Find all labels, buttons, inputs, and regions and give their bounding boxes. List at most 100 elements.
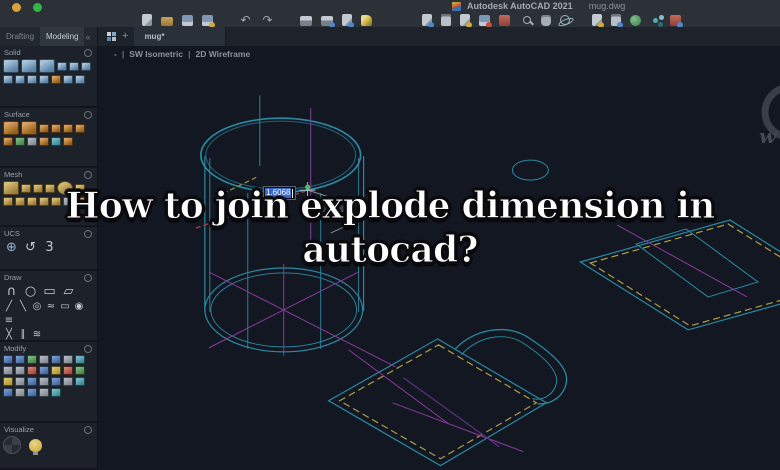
palette-tab-drafting[interactable]: Drafting [0, 27, 40, 46]
section-options-icon[interactable] [84, 425, 92, 434]
mirror-icon[interactable] [39, 355, 49, 364]
reference-doc-icon[interactable] [670, 14, 683, 28]
page-setup-icon[interactable] [361, 14, 372, 26]
overkill-icon[interactable] [39, 388, 49, 397]
markup-doc-icon[interactable] [592, 14, 604, 28]
sweep-icon[interactable] [27, 75, 37, 84]
array-icon[interactable] [51, 355, 61, 364]
zoom-icon[interactable] [523, 16, 531, 24]
section-options-icon[interactable] [84, 170, 92, 179]
spline-icon[interactable]: ≈ [45, 301, 57, 313]
block-edit-icon[interactable] [15, 388, 25, 397]
copy-icon[interactable] [15, 355, 25, 364]
set-bylayer-icon[interactable] [51, 388, 61, 397]
section-options-icon[interactable] [84, 110, 92, 119]
lengthen-icon[interactable] [27, 377, 37, 386]
match-properties-icon[interactable] [460, 14, 472, 28]
align-icon[interactable] [39, 377, 49, 386]
box-icon[interactable] [3, 59, 19, 73]
traffic-light-2[interactable] [33, 3, 42, 12]
save-as-icon[interactable] [202, 14, 215, 28]
open-folder-icon[interactable] [161, 16, 173, 26]
trim-icon[interactable] [27, 366, 37, 375]
sphere-icon[interactable] [69, 61, 79, 71]
slice-icon[interactable] [63, 75, 73, 84]
paste-clipboard-icon[interactable] [441, 14, 451, 26]
section-options-icon[interactable] [84, 273, 92, 282]
donut-icon[interactable]: ◉ [73, 301, 85, 313]
arc-icon[interactable]: ∩ [3, 284, 20, 299]
patch-surface-icon[interactable] [51, 123, 61, 133]
fillet-surface-icon[interactable] [75, 123, 85, 133]
rectangle-icon[interactable]: ▭ [41, 284, 58, 299]
print-icon[interactable] [300, 15, 312, 26]
offset-lines-icon[interactable]: ∥ [17, 329, 29, 340]
break-icon[interactable] [15, 377, 25, 386]
undo-icon[interactable]: ↶ [239, 14, 252, 26]
viewport-view-label[interactable]: SW Isometric [129, 49, 183, 59]
render-icon[interactable] [3, 436, 21, 454]
nodes-icon[interactable] [653, 17, 658, 23]
publish-icon[interactable] [342, 14, 354, 28]
untrim-surface-icon[interactable] [15, 137, 25, 146]
line-icon[interactable]: ╲ [17, 301, 29, 313]
rectangle-small-icon[interactable]: ▭ [59, 301, 71, 313]
array-edit-icon[interactable] [27, 388, 37, 397]
chamfer-icon[interactable] [15, 366, 25, 375]
pedit-icon[interactable] [51, 377, 61, 386]
save-icon[interactable] [182, 14, 193, 26]
section-options-icon[interactable] [84, 344, 92, 353]
extend-surface-icon[interactable] [27, 137, 37, 146]
erase-icon[interactable] [63, 366, 73, 375]
section-options-icon[interactable] [84, 48, 92, 57]
offset-icon[interactable] [51, 366, 61, 375]
traffic-light-1[interactable] [12, 3, 21, 12]
copy-doc-icon[interactable] [422, 14, 434, 28]
print-preview-icon[interactable] [321, 15, 335, 28]
offset-surface-icon[interactable] [63, 123, 73, 133]
new-drawing-tab-button[interactable]: + [120, 27, 134, 46]
revision-cloud-icon[interactable]: ≋ [31, 329, 43, 340]
geolocation-globe-icon[interactable] [630, 14, 641, 26]
join-icon[interactable] [75, 366, 85, 375]
thicken-icon[interactable] [63, 137, 73, 146]
pan-hand-icon[interactable] [541, 15, 551, 26]
stretch-icon[interactable] [75, 355, 85, 364]
union-icon[interactable] [39, 59, 55, 73]
orbit-icon[interactable] [560, 15, 570, 25]
file-tab-mug[interactable]: mug* [134, 27, 227, 46]
lights-bulb-icon[interactable] [29, 438, 42, 455]
collapse-panel-icon[interactable]: « [84, 27, 91, 46]
loft-icon[interactable] [39, 75, 49, 84]
convert-surface-icon[interactable] [51, 137, 61, 146]
blend-surface-icon[interactable] [39, 123, 49, 133]
divide-icon[interactable]: ╳ [3, 329, 15, 340]
redo-icon[interactable]: ↷ [261, 14, 274, 26]
viewport-style-label[interactable]: 2D Wireframe [195, 49, 250, 59]
hatch-icon[interactable]: ≡ [3, 315, 15, 327]
cylinder-icon[interactable] [57, 61, 67, 71]
shell-icon[interactable] [75, 75, 85, 84]
presspull-icon[interactable] [51, 75, 61, 84]
sketch-icon[interactable]: ╱ [3, 301, 15, 313]
group-icon[interactable] [3, 388, 13, 397]
viewport-minimize-control[interactable]: - [114, 49, 117, 59]
viewport-label[interactable]: - | SW Isometric | 2D Wireframe [114, 49, 250, 59]
plane-surface-icon[interactable]: ▱ [60, 284, 77, 299]
new-file-icon[interactable] [142, 14, 152, 26]
loft-surface-icon[interactable] [21, 121, 37, 135]
clipboard-chart-icon[interactable] [611, 14, 623, 28]
rotate-icon[interactable] [27, 355, 37, 364]
cone-icon[interactable] [81, 61, 91, 71]
xref-book-icon[interactable] [499, 14, 510, 26]
measure-icon[interactable] [75, 377, 85, 386]
sculpt-icon[interactable] [39, 137, 49, 146]
move-icon[interactable] [3, 355, 13, 364]
ellipse-icon[interactable]: ◎ [31, 301, 43, 313]
extrude-icon[interactable] [3, 75, 13, 84]
hatch-edit-icon[interactable] [63, 377, 73, 386]
network-surface-icon[interactable] [3, 121, 19, 135]
trim-surface-icon[interactable] [3, 137, 13, 146]
circle-icon[interactable]: ○ [22, 284, 39, 299]
wedge-icon[interactable] [21, 59, 37, 73]
